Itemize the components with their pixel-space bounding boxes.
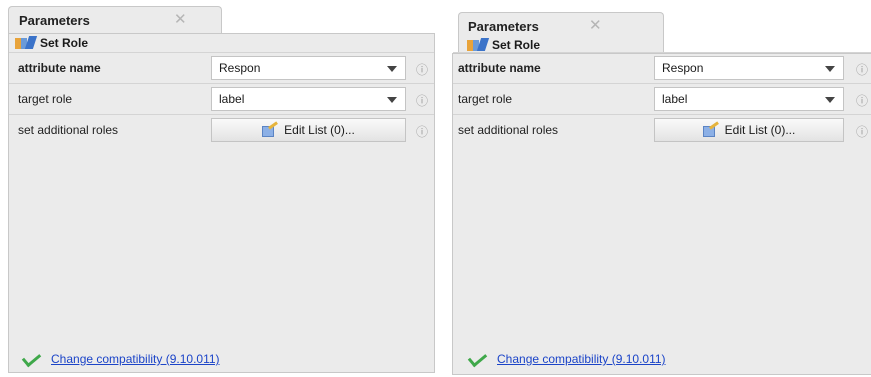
set-role-icon <box>15 36 38 50</box>
checkmark-icon <box>21 353 43 365</box>
change-compatibility-link[interactable]: Change compatibility (9.10.011) <box>497 352 666 366</box>
info-icon[interactable]: ⓘ <box>416 123 428 140</box>
param-label: target role <box>458 92 513 106</box>
dropdown-value: Respon <box>219 61 261 75</box>
dropdown-value: label <box>219 92 245 106</box>
button-label: Edit List (0)... <box>724 123 796 137</box>
target-role-dropdown[interactable]: label <box>211 87 406 111</box>
param-row-additional-roles: set additional roles Edit List (0)... ⓘ <box>9 114 434 145</box>
dropdown-value: Respon <box>662 61 704 75</box>
param-row-target-role: target role label ⓘ <box>9 83 434 114</box>
compatibility-footer: Change compatibility (9.10.011) <box>467 352 666 366</box>
set-role-icon <box>467 38 490 52</box>
param-label: attribute name <box>18 61 101 75</box>
param-row-attribute-name: attribute name Respon ⓘ <box>9 52 434 83</box>
param-row-additional-roles: set additional roles Edit List (0)... ⓘ <box>453 114 871 145</box>
attribute-name-dropdown[interactable]: Respon <box>211 56 406 80</box>
info-icon[interactable]: ⓘ <box>856 92 868 109</box>
chevron-down-icon <box>825 66 835 72</box>
operator-header: Set Role <box>15 36 88 50</box>
info-icon[interactable]: ⓘ <box>856 123 868 140</box>
parameters-tab[interactable]: Parameters ✕ <box>8 6 222 34</box>
button-label: Edit List (0)... <box>284 123 355 137</box>
param-label: attribute name <box>458 61 541 75</box>
parameters-panel: Set Role attribute name Respon ⓘ target … <box>452 38 871 375</box>
chevron-down-icon <box>387 97 397 103</box>
close-icon[interactable]: ✕ <box>589 16 602 34</box>
info-icon[interactable]: ⓘ <box>416 61 428 78</box>
operator-header: Set Role <box>467 38 540 52</box>
checkmark-icon <box>467 353 489 365</box>
attribute-name-dropdown[interactable]: Respon <box>654 56 844 80</box>
tab-title: Parameters <box>19 13 90 28</box>
param-label: target role <box>18 92 73 106</box>
edit-list-button[interactable]: Edit List (0)... <box>211 118 406 142</box>
info-icon[interactable]: ⓘ <box>416 92 428 109</box>
change-compatibility-link[interactable]: Change compatibility (9.10.011) <box>51 352 220 366</box>
dropdown-value: label <box>662 92 688 106</box>
info-icon[interactable]: ⓘ <box>856 61 868 78</box>
param-label: set additional roles <box>18 123 119 137</box>
edit-list-button[interactable]: Edit List (0)... <box>654 118 844 142</box>
edit-list-icon <box>262 120 279 137</box>
chevron-down-icon <box>825 97 835 103</box>
parameters-panel: Set Role attribute name Respon ⓘ target … <box>8 33 435 373</box>
param-row-target-role: target role label ⓘ <box>453 83 871 114</box>
chevron-down-icon <box>387 66 397 72</box>
close-icon[interactable]: ✕ <box>174 10 187 28</box>
param-label: set additional roles <box>458 123 559 137</box>
operator-name: Set Role <box>492 38 541 52</box>
compatibility-footer: Change compatibility (9.10.011) <box>21 352 220 366</box>
tab-title: Parameters <box>468 19 539 34</box>
target-role-dropdown[interactable]: label <box>654 87 844 111</box>
operator-name: Set Role <box>40 36 89 50</box>
param-row-attribute-name: attribute name Respon ⓘ <box>453 52 871 83</box>
edit-list-icon <box>702 120 719 137</box>
